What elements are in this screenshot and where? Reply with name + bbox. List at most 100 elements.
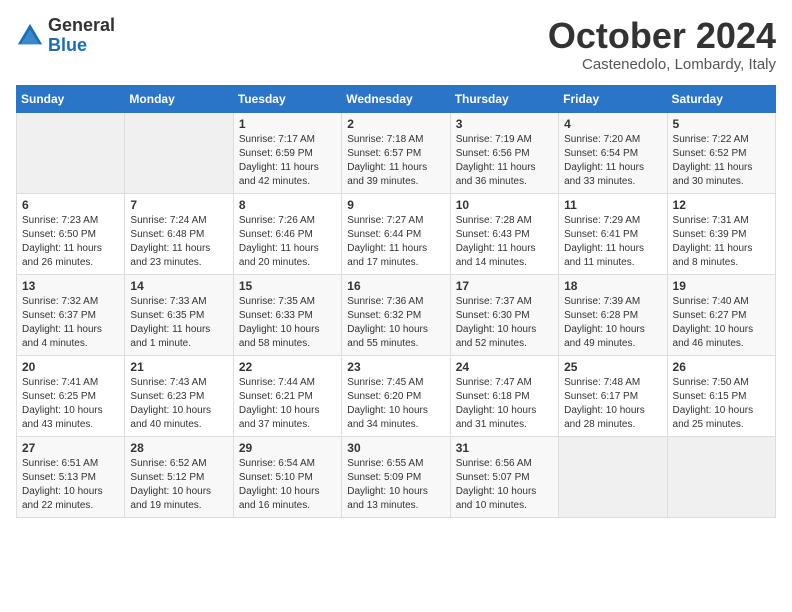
day-detail: Sunrise: 7:33 AMSunset: 6:35 PMDaylight:… [130, 295, 227, 351]
calendar-cell: 5 Sunrise: 7:22 AMSunset: 6:52 PMDaylight… [667, 112, 775, 193]
calendar-week-2: 6 Sunrise: 7:23 AMSunset: 6:50 PMDaylight… [17, 193, 776, 274]
calendar-cell: 9 Sunrise: 7:27 AMSunset: 6:44 PMDaylight… [342, 193, 450, 274]
day-detail: Sunrise: 6:52 AMSunset: 5:12 PMDaylight:… [130, 457, 227, 513]
calendar-cell: 18 Sunrise: 7:39 AMSunset: 6:28 PMDayligh… [559, 274, 667, 355]
day-number: 9 [347, 198, 444, 212]
calendar-week-1: 1 Sunrise: 7:17 AMSunset: 6:59 PMDaylight… [17, 112, 776, 193]
day-detail: Sunrise: 6:56 AMSunset: 5:07 PMDaylight:… [456, 457, 553, 513]
day-number: 14 [130, 279, 227, 293]
day-number: 31 [456, 441, 553, 455]
day-number: 7 [130, 198, 227, 212]
day-number: 24 [456, 360, 553, 374]
day-detail: Sunrise: 7:23 AMSunset: 6:50 PMDaylight:… [22, 214, 119, 270]
day-number: 17 [456, 279, 553, 293]
calendar-cell: 27 Sunrise: 6:51 AMSunset: 5:13 PMDayligh… [17, 436, 125, 517]
calendar-cell: 15 Sunrise: 7:35 AMSunset: 6:33 PMDayligh… [233, 274, 341, 355]
calendar-week-3: 13 Sunrise: 7:32 AMSunset: 6:37 PMDayligh… [17, 274, 776, 355]
day-number: 16 [347, 279, 444, 293]
day-number: 19 [673, 279, 770, 293]
day-detail: Sunrise: 7:44 AMSunset: 6:21 PMDaylight:… [239, 376, 336, 432]
day-detail: Sunrise: 7:22 AMSunset: 6:52 PMDaylight:… [673, 133, 770, 189]
day-detail: Sunrise: 7:47 AMSunset: 6:18 PMDaylight:… [456, 376, 553, 432]
weekday-header-tuesday: Tuesday [233, 85, 341, 112]
month-title: October 2024 [548, 16, 776, 56]
calendar-cell: 14 Sunrise: 7:33 AMSunset: 6:35 PMDayligh… [125, 274, 233, 355]
logo-icon [16, 22, 44, 50]
calendar-cell: 4Sunrise: 7:20 AMSunset: 6:54 PMDaylight… [559, 112, 667, 193]
calendar-cell: 26 Sunrise: 7:50 AMSunset: 6:15 PMDayligh… [667, 355, 775, 436]
day-detail: Sunrise: 7:45 AMSunset: 6:20 PMDaylight:… [347, 376, 444, 432]
day-detail: Sunrise: 7:17 AMSunset: 6:59 PMDaylight:… [239, 133, 336, 189]
calendar-cell: 2 Sunrise: 7:18 AMSunset: 6:57 PMDaylight… [342, 112, 450, 193]
location-title: Castenedolo, Lombardy, Italy [548, 56, 776, 73]
day-number: 13 [22, 279, 119, 293]
day-detail: Sunrise: 6:55 AMSunset: 5:09 PMDaylight:… [347, 457, 444, 513]
day-detail: Sunrise: 6:54 AMSunset: 5:10 PMDaylight:… [239, 457, 336, 513]
day-number: 28 [130, 441, 227, 455]
weekday-header-wednesday: Wednesday [342, 85, 450, 112]
calendar-cell: 23 Sunrise: 7:45 AMSunset: 6:20 PMDayligh… [342, 355, 450, 436]
calendar-table: SundayMondayTuesdayWednesdayThursdayFrid… [16, 85, 776, 518]
day-detail: Sunrise: 7:32 AMSunset: 6:37 PMDaylight:… [22, 295, 119, 351]
weekday-header-saturday: Saturday [667, 85, 775, 112]
day-detail: Sunrise: 7:27 AMSunset: 6:44 PMDaylight:… [347, 214, 444, 270]
calendar-cell: 13 Sunrise: 7:32 AMSunset: 6:37 PMDayligh… [17, 274, 125, 355]
day-number: 6 [22, 198, 119, 212]
calendar-cell [667, 436, 775, 517]
day-detail: Sunrise: 7:31 AMSunset: 6:39 PMDaylight:… [673, 214, 770, 270]
day-number: 3 [456, 117, 553, 131]
day-detail: Sunrise: 7:40 AMSunset: 6:27 PMDaylight:… [673, 295, 770, 351]
day-detail: Sunrise: 7:26 AMSunset: 6:46 PMDaylight:… [239, 214, 336, 270]
weekday-header-friday: Friday [559, 85, 667, 112]
calendar-cell: 30Sunrise: 6:55 AMSunset: 5:09 PMDayligh… [342, 436, 450, 517]
day-detail: Sunrise: 6:51 AMSunset: 5:13 PMDaylight:… [22, 457, 119, 513]
day-number: 8 [239, 198, 336, 212]
day-number: 26 [673, 360, 770, 374]
day-number: 23 [347, 360, 444, 374]
day-detail: Sunrise: 7:50 AMSunset: 6:15 PMDaylight:… [673, 376, 770, 432]
logo: General Blue [16, 16, 115, 56]
calendar-cell: 11 Sunrise: 7:29 AMSunset: 6:41 PMDayligh… [559, 193, 667, 274]
day-number: 12 [673, 198, 770, 212]
day-detail: Sunrise: 7:41 AMSunset: 6:25 PMDaylight:… [22, 376, 119, 432]
calendar-cell [17, 112, 125, 193]
calendar-cell: 31 Sunrise: 6:56 AMSunset: 5:07 PMDayligh… [450, 436, 558, 517]
day-detail: Sunrise: 7:28 AMSunset: 6:43 PMDaylight:… [456, 214, 553, 270]
day-number: 25 [564, 360, 661, 374]
calendar-cell: 7Sunrise: 7:24 AMSunset: 6:48 PMDaylight… [125, 193, 233, 274]
weekday-header-sunday: Sunday [17, 85, 125, 112]
day-number: 11 [564, 198, 661, 212]
day-number: 15 [239, 279, 336, 293]
calendar-cell [125, 112, 233, 193]
day-detail: Sunrise: 7:19 AMSunset: 6:56 PMDaylight:… [456, 133, 553, 189]
calendar-cell: 25Sunrise: 7:48 AMSunset: 6:17 PMDayligh… [559, 355, 667, 436]
calendar-cell: 3 Sunrise: 7:19 AMSunset: 6:56 PMDaylight… [450, 112, 558, 193]
day-detail: Sunrise: 7:43 AMSunset: 6:23 PMDaylight:… [130, 376, 227, 432]
day-number: 27 [22, 441, 119, 455]
calendar-cell: 21 Sunrise: 7:43 AMSunset: 6:23 PMDayligh… [125, 355, 233, 436]
day-detail: Sunrise: 7:36 AMSunset: 6:32 PMDaylight:… [347, 295, 444, 351]
day-detail: Sunrise: 7:35 AMSunset: 6:33 PMDaylight:… [239, 295, 336, 351]
day-detail: Sunrise: 7:20 AMSunset: 6:54 PMDaylight:… [564, 133, 661, 189]
day-number: 20 [22, 360, 119, 374]
day-number: 5 [673, 117, 770, 131]
title-area: October 2024 Castenedolo, Lombardy, Ital… [548, 16, 776, 73]
calendar-cell: 10 Sunrise: 7:28 AMSunset: 6:43 PMDayligh… [450, 193, 558, 274]
day-detail: Sunrise: 7:18 AMSunset: 6:57 PMDaylight:… [347, 133, 444, 189]
calendar-week-5: 27 Sunrise: 6:51 AMSunset: 5:13 PMDayligh… [17, 436, 776, 517]
day-number: 2 [347, 117, 444, 131]
day-number: 1 [239, 117, 336, 131]
calendar-cell: 1 Sunrise: 7:17 AMSunset: 6:59 PMDaylight… [233, 112, 341, 193]
day-number: 29 [239, 441, 336, 455]
day-detail: Sunrise: 7:39 AMSunset: 6:28 PMDaylight:… [564, 295, 661, 351]
day-number: 21 [130, 360, 227, 374]
day-number: 10 [456, 198, 553, 212]
day-detail: Sunrise: 7:29 AMSunset: 6:41 PMDaylight:… [564, 214, 661, 270]
calendar-cell: 16 Sunrise: 7:36 AMSunset: 6:32 PMDayligh… [342, 274, 450, 355]
calendar-cell: 8 Sunrise: 7:26 AMSunset: 6:46 PMDaylight… [233, 193, 341, 274]
day-detail: Sunrise: 7:37 AMSunset: 6:30 PMDaylight:… [456, 295, 553, 351]
calendar-cell: 20 Sunrise: 7:41 AMSunset: 6:25 PMDayligh… [17, 355, 125, 436]
day-number: 18 [564, 279, 661, 293]
calendar-cell: 29 Sunrise: 6:54 AMSunset: 5:10 PMDayligh… [233, 436, 341, 517]
calendar-cell: 22Sunrise: 7:44 AMSunset: 6:21 PMDayligh… [233, 355, 341, 436]
